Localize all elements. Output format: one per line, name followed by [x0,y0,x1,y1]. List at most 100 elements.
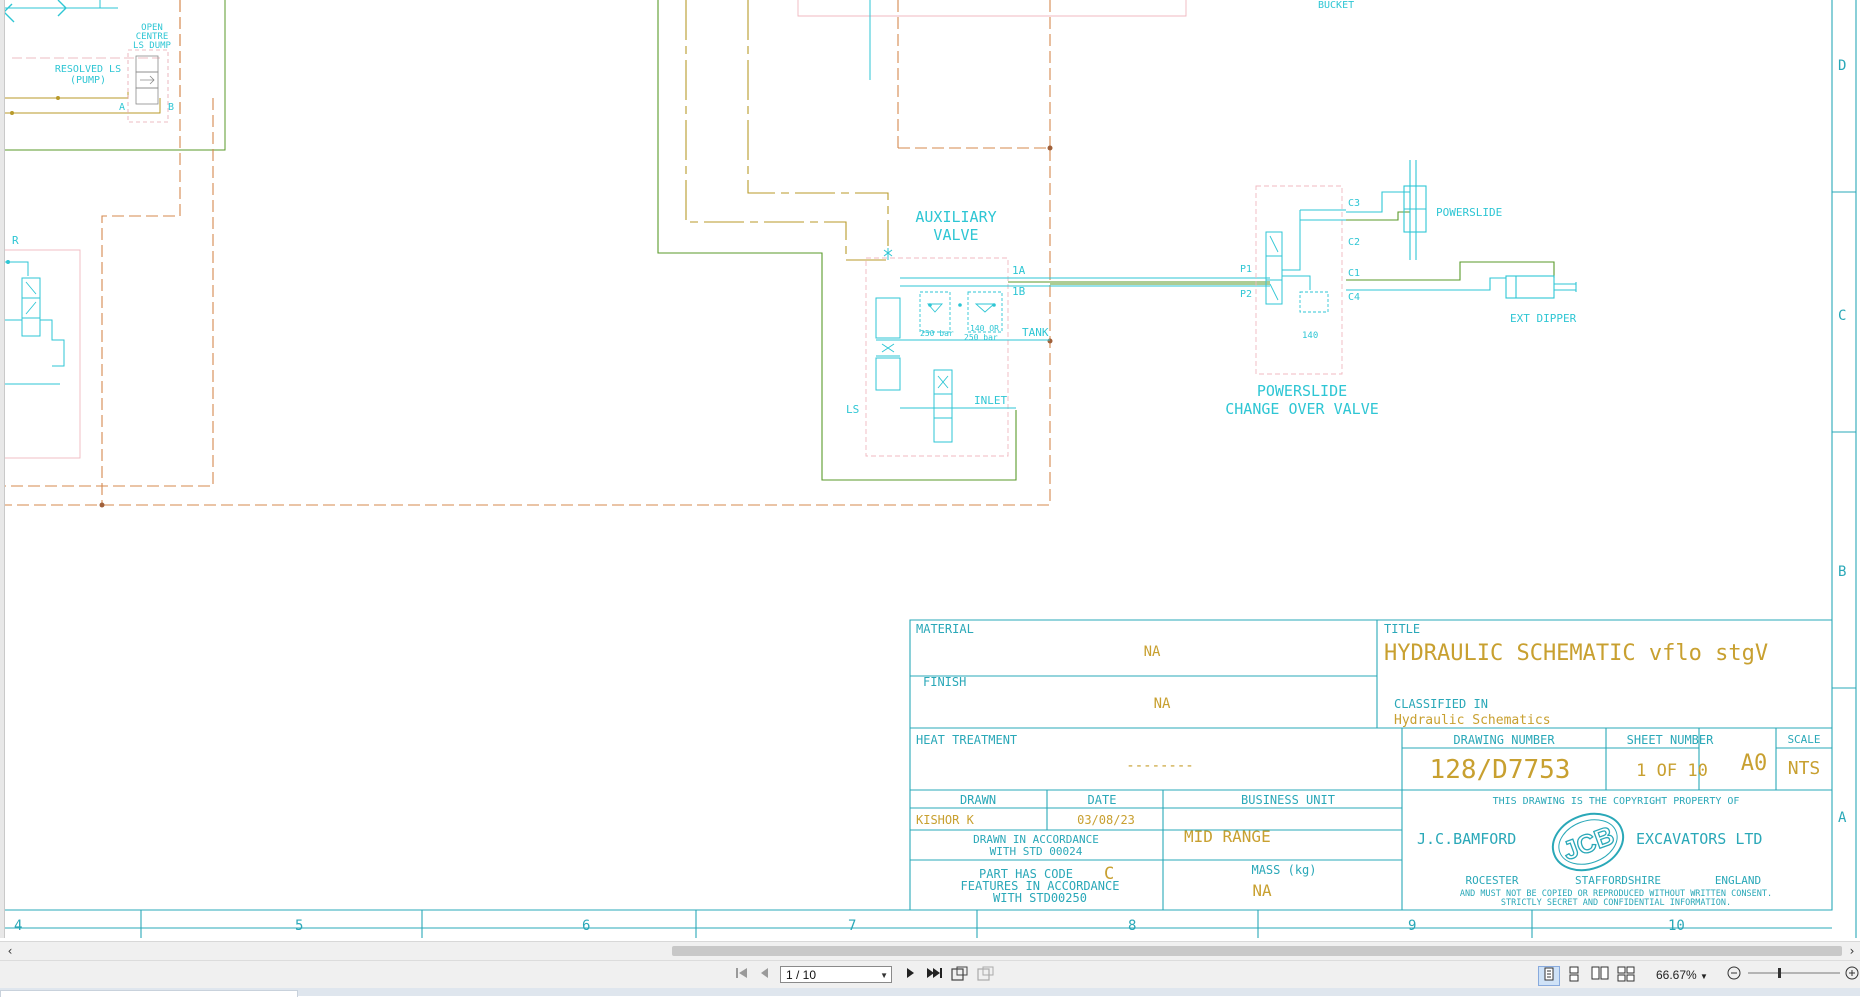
facing-view-icon[interactable] [1590,966,1610,984]
finish-label: FINISH [923,675,966,689]
valve-setting-140: 140 [1302,331,1318,341]
continuous-view-icon[interactable] [1564,966,1584,984]
drawing-canvas: OPEN CENTRE LS DUMP RESOLVED LS (PUMP) A… [0,0,1860,938]
scale-value: NTS [1788,758,1821,779]
company-name-right: EXCAVATORS LTD [1636,830,1762,848]
page-number-field[interactable]: 1 / 10 ▼ [780,966,892,983]
copyright-line: THIS DRAWING IS THE COPYRIGHT PROPERTY O… [1493,796,1740,807]
changeover-valve-label-2: CHANGE OVER VALVE [1225,400,1379,418]
finish-value: NA [1154,696,1171,712]
auxiliary-valve-symbol [865,248,1050,457]
open-centre-label-3: LS DUMP [133,41,172,51]
address-england: ENGLAND [1715,874,1761,887]
scroll-left-icon[interactable]: ‹ [2,942,18,960]
relief-setting-1: 250 bar [920,329,954,338]
grid-column-label: 7 [848,918,856,934]
changeover-valve-label-1: POWERSLIDE [1257,382,1347,400]
heat-treatment-value: -------- [1126,758,1193,774]
resolved-ls-label-1: RESOLVED LS [55,64,121,75]
changeover-valve-symbol [1255,185,1346,375]
chevron-down-icon[interactable]: ▼ [880,967,888,984]
business-unit-value: MID RANGE [1184,827,1271,846]
auxiliary-valve-label-1: AUXILIARY [915,208,996,226]
address-rocester: ROCESTER [1466,874,1519,887]
left-panel-edge [0,0,5,938]
date-label: DATE [1088,793,1117,807]
port-p1-label: P1 [1240,264,1252,275]
grid-column-label: 10 [1668,918,1685,934]
mass-label: MASS (kg) [1251,863,1316,877]
mass-value: NA [1252,881,1272,900]
material-label: MATERIAL [916,622,974,636]
continuous-facing-view-icon[interactable] [1616,966,1636,984]
zoom-slider[interactable] [1748,966,1840,984]
first-page-icon[interactable] [733,966,751,984]
drawn-value: KISHOR K [916,813,975,827]
left-valve-stack-symbol [0,249,81,459]
powerslide-label: POWERSLIDE [1436,206,1502,219]
pilot-block-top-left [0,0,226,151]
grid-row-label: D [1838,58,1846,74]
scrollbar-thumb[interactable] [672,946,1842,956]
last-page-icon[interactable] [924,966,944,984]
company-name-left: J.C.BAMFORD [1417,830,1516,848]
port-c3-label: C3 [1348,198,1360,209]
copy-notice-line-2: STRICTLY SECRET AND CONFIDENTIAL INFORMA… [1501,898,1731,908]
port-p2-label: P2 [1240,289,1252,300]
resolved-ls-label-2: (PUMP) [70,75,106,86]
ext-dipper-cylinder-symbol [1505,275,1577,299]
drawing-number-label: DRAWING NUMBER [1453,733,1555,747]
snapshot-icon[interactable] [950,966,970,984]
sheet-number-label: SHEET NUMBER [1627,733,1714,747]
relief-setting-2a: 140 OR [970,324,999,333]
port-r-label: R [12,234,19,247]
business-unit-label: BUSINESS UNIT [1241,793,1335,807]
scroll-right-icon[interactable]: › [1844,942,1860,960]
horizontal-scrollbar[interactable]: ‹ › [0,941,1860,960]
date-value: 03/08/23 [1077,813,1135,827]
grid-column-label: 9 [1408,918,1416,934]
grid-column-label: 5 [295,918,303,934]
junction-dot [1047,338,1053,344]
chevron-down-icon[interactable]: ▼ [1700,972,1708,981]
port-a-label: A [119,102,125,113]
drawing-title: HYDRAULIC SCHEMATIC vflo stgV [1384,641,1768,666]
grid-column-label: 4 [14,918,22,934]
jcb-logo: JCB [1551,812,1625,872]
junction-dot [1047,145,1053,151]
single-page-view-icon[interactable] [1538,966,1560,986]
svg-text:JCB: JCB [1559,820,1618,866]
zoom-in-icon[interactable] [1844,966,1860,984]
viewer-toolbar: 1 / 10 ▼ 66.67% ▼ [0,960,1860,989]
auxiliary-valve-label-2: VALVE [933,226,978,244]
bucket-label: BUCKET [1318,0,1354,11]
sheet-size-value: A0 [1741,751,1768,776]
port-c4-label: C4 [1348,292,1360,303]
port-1a-label: 1A [1012,264,1026,277]
material-value: NA [1144,644,1161,660]
next-page-icon[interactable] [903,966,919,984]
drawn-label: DRAWN [960,793,996,807]
schematic-svg: OPEN CENTRE LS DUMP RESOLVED LS (PUMP) A… [0,0,1857,938]
status-bar [0,988,1860,997]
ls-label: LS [846,403,859,416]
accordance-line-2: WITH STD 00024 [990,845,1083,858]
classified-value: Hydraulic Schematics [1394,713,1551,728]
address-staffordshire: STAFFORDSHIRE [1575,874,1661,887]
zoom-out-icon[interactable] [1726,966,1742,984]
relief-setting-2b: 250 bar [964,333,998,342]
features-line-2: WITH STD00250 [993,891,1087,905]
powerslide-cylinder-symbol [1403,160,1427,260]
drawing-number-value: 128/D7753 [1430,755,1571,785]
grid-row-label: B [1838,564,1846,580]
zoom-level[interactable]: 66.67% ▼ [1656,966,1708,986]
prev-page-icon[interactable] [756,966,772,984]
sheet-number-value: 1 OF 10 [1636,761,1708,781]
copy-page-icon[interactable] [976,966,996,984]
grid-row-label: C [1838,308,1846,324]
pilot-lines-left [0,0,1051,506]
zoom-level-text: 66.67% [1656,968,1697,982]
ext-dipper-label: EXT DIPPER [1510,312,1577,325]
port-c1-label: C1 [1348,268,1360,279]
bucket-valve-outline [797,0,1187,17]
